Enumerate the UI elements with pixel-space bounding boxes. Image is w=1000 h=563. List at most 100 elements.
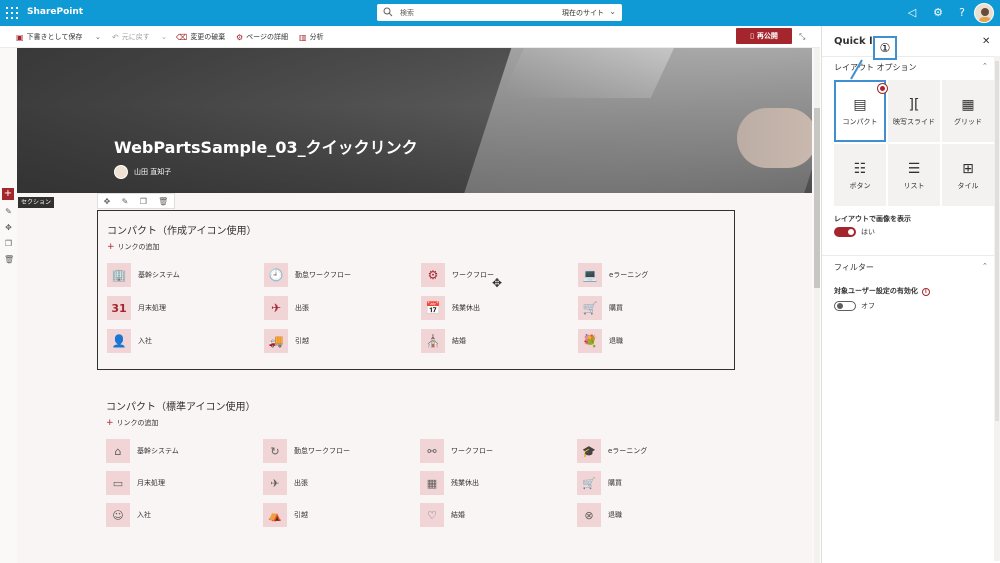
chevron-down-icon[interactable]: ⌄ xyxy=(161,31,167,43)
layout-option[interactable]: ▦ グリッド xyxy=(942,80,994,142)
delete-icon[interactable]: 🗑 xyxy=(158,197,168,206)
republish-button[interactable]: ▯ 再公開 xyxy=(736,28,792,44)
quicklink-item[interactable]: 📅 残業休出 xyxy=(421,296,571,320)
analytics-label: 分析 xyxy=(309,33,324,41)
waffle-icon[interactable] xyxy=(6,7,18,19)
close-icon[interactable]: ✕ xyxy=(982,36,990,47)
page-details-button[interactable]: ⚙ ページの詳細 xyxy=(236,31,288,43)
quicklink-item[interactable]: 💐 退職 xyxy=(578,329,728,353)
duplicate-section-icon[interactable]: ❐ xyxy=(4,239,13,248)
quicklink-item[interactable]: ▦ 残業休出 xyxy=(420,471,570,495)
add-link-button[interactable]: + リンクの追加 xyxy=(106,418,159,428)
quicklink-item[interactable]: ⊗ 退職 xyxy=(577,503,727,527)
layout-label: 映写スライド xyxy=(893,117,935,126)
page-title[interactable]: WebPartsSample_03_クイックリンク xyxy=(114,134,418,158)
edit-section-icon[interactable]: ✎ xyxy=(4,207,13,216)
quicklink-label: eラーニング xyxy=(609,271,649,279)
quicklink-icon: ☺ xyxy=(106,503,130,527)
quicklink-label: 出張 xyxy=(295,304,309,312)
quicklink-item[interactable]: ⛺ 引越 xyxy=(263,503,413,527)
delete-section-icon[interactable]: 🗑 xyxy=(4,255,14,264)
book-icon: ▯ xyxy=(750,32,754,40)
quicklink-label: 残業休出 xyxy=(451,479,479,487)
undo-label: 元に戻す xyxy=(121,33,150,41)
quicklink-icon: ▭ xyxy=(106,471,130,495)
add-section-button[interactable]: + xyxy=(2,188,14,200)
quicklinks-title[interactable]: コンパクト（標準アイコン使用） xyxy=(106,398,256,413)
quicklink-label: 購買 xyxy=(608,479,622,487)
add-link-button[interactable]: + リンクの追加 xyxy=(107,242,160,252)
search-scope[interactable]: 現在のサイト xyxy=(562,8,604,18)
quicklink-item[interactable]: 31 月末処理 xyxy=(107,296,257,320)
save-draft-button[interactable]: ▣ 下書きとして保存 xyxy=(16,31,82,43)
info-icon[interactable]: i xyxy=(921,288,930,296)
toggle-value: オフ xyxy=(861,302,875,310)
gear-icon[interactable]: ⚙ xyxy=(931,6,945,20)
discard-changes-button[interactable]: ⌫ 変更の破棄 xyxy=(176,31,225,43)
plus-icon: + xyxy=(106,418,114,428)
search-input[interactable]: 検索 現在のサイト ⌄ xyxy=(377,4,622,21)
quicklinks-title[interactable]: コンパクト（作成アイコン使用） xyxy=(107,222,257,237)
quicklink-item[interactable]: ⌂ 基幹システム xyxy=(106,439,256,463)
quicklink-item[interactable]: ☺ 入社 xyxy=(106,503,256,527)
quicklink-label: 購買 xyxy=(609,304,623,312)
toggle-switch[interactable] xyxy=(834,227,856,237)
quicklink-label: 勤怠ワークフロー xyxy=(294,447,350,455)
chevron-up-icon[interactable]: ⌃ xyxy=(982,62,988,70)
scrollbar-thumb[interactable] xyxy=(995,61,999,421)
quicklinks-webpart-custom[interactable]: コンパクト（作成アイコン使用） + リンクの追加 🏢 基幹システム 🕘 勤怠ワークフロー… xyxy=(97,210,735,370)
audience-toggle[interactable]: オフ xyxy=(834,301,875,311)
megaphone-icon[interactable]: ◁ xyxy=(905,6,919,20)
quicklink-item[interactable]: 🎓 eラーニング xyxy=(577,439,727,463)
quicklink-item[interactable]: 🛒 購買 xyxy=(578,296,728,320)
quicklink-item[interactable]: ↻ 勤怠ワークフロー xyxy=(263,439,413,463)
layout-icon: ☷ xyxy=(853,160,867,177)
canvas-scrollbar[interactable] xyxy=(814,48,820,563)
help-icon[interactable]: ? xyxy=(955,6,969,20)
layout-option[interactable]: ⊞ タイル xyxy=(942,144,994,206)
move-icon[interactable]: ✥ xyxy=(104,197,111,206)
edit-icon[interactable]: ✎ xyxy=(122,197,129,206)
layout-option[interactable]: ▤ コンパクト xyxy=(834,80,887,142)
quicklink-item[interactable]: ⛪ 結婚 xyxy=(421,329,571,353)
layout-option[interactable]: ][映写スライド xyxy=(888,80,940,142)
quicklink-item[interactable]: ▭ 月末処理 xyxy=(106,471,256,495)
filter-header[interactable]: フィルター xyxy=(834,262,874,273)
toggle-switch[interactable] xyxy=(834,301,856,311)
quicklink-label: 結婚 xyxy=(451,511,465,519)
quicklinks-webpart-standard[interactable]: コンパクト（標準アイコン使用） + リンクの追加 ⌂ 基幹システム ↻ 勤怠ワークフロー… xyxy=(97,390,735,540)
quicklink-item[interactable]: 🕘 勤怠ワークフロー xyxy=(264,263,414,287)
layout-option[interactable]: ☰ リスト xyxy=(888,144,940,206)
quicklink-item[interactable]: ✈ 出張 xyxy=(264,296,414,320)
quicklink-icon: ▦ xyxy=(420,471,444,495)
quicklink-item[interactable]: ♡ 結婚 xyxy=(420,503,570,527)
scrollbar-thumb[interactable] xyxy=(814,108,820,288)
undo-button[interactable]: ↶ 元に戻す xyxy=(112,31,150,43)
quicklink-icon: 🚚 xyxy=(264,329,288,353)
search-placeholder: 検索 xyxy=(400,9,414,17)
duplicate-icon[interactable]: ❐ xyxy=(140,197,147,206)
quicklink-item[interactable]: 🛒 購買 xyxy=(577,471,727,495)
avatar[interactable] xyxy=(974,3,994,23)
chevron-down-icon[interactable]: ⌄ xyxy=(609,7,616,16)
quicklink-item[interactable]: 👤 入社 xyxy=(107,329,257,353)
layout-option[interactable]: ☷ ボタン xyxy=(834,144,886,206)
quicklink-item[interactable]: ⚯ ワークフロー xyxy=(420,439,570,463)
quicklink-item[interactable]: ✈ 出張 xyxy=(263,471,413,495)
chevron-up-icon[interactable]: ⌃ xyxy=(982,262,988,270)
layout-options-header[interactable]: レイアウト オプション xyxy=(834,62,917,73)
add-link-label: リンクの追加 xyxy=(116,419,159,427)
analytics-button[interactable]: ▥ 分析 xyxy=(299,31,324,43)
quicklink-item[interactable]: 🚚 引越 xyxy=(264,329,414,353)
app-brand[interactable]: SharePoint xyxy=(27,7,83,17)
chevron-down-icon[interactable]: ⌄ xyxy=(95,31,101,43)
pane-scrollbar[interactable] xyxy=(994,56,1000,561)
undo-icon: ↶ xyxy=(112,32,119,42)
hero-banner[interactable]: WebPartsSample_03_クイックリンク 山田 直知子 xyxy=(17,48,812,193)
quicklink-item[interactable]: 🏢 基幹システム xyxy=(107,263,257,287)
quicklink-icon: 31 xyxy=(107,296,131,320)
collapse-icon[interactable]: ⤡ xyxy=(799,32,805,42)
quicklink-item[interactable]: 💻 eラーニング xyxy=(578,263,728,287)
show-images-toggle[interactable]: はい xyxy=(834,227,875,237)
move-section-icon[interactable]: ✥ xyxy=(4,223,13,232)
